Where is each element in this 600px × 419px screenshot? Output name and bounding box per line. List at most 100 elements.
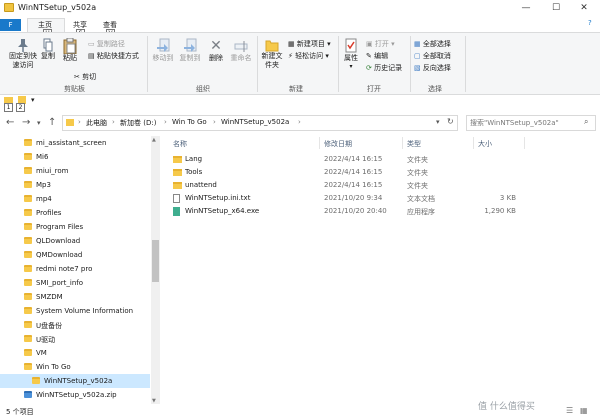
cut-label: 剪切 xyxy=(82,73,97,81)
tab-file[interactable]: F xyxy=(0,19,21,31)
file-row[interactable]: Tools 2022/4/14 16:15 文件夹 xyxy=(170,166,590,179)
nav-item[interactable]: QMDownload xyxy=(0,248,160,262)
help-icon[interactable]: ? xyxy=(588,19,592,27)
nav-item[interactable]: SMZDM xyxy=(0,290,160,304)
column-divider[interactable] xyxy=(402,137,403,149)
column-header-date[interactable]: 修改日期 xyxy=(324,139,352,149)
open-button[interactable]: ▣ 打开 ▾ xyxy=(366,39,395,49)
history-label: 历史记录 xyxy=(374,64,403,72)
scroll-down-icon[interactable]: ▼ xyxy=(152,398,156,404)
copy-button[interactable]: 复制 xyxy=(40,38,56,61)
file-type: 文本文档 xyxy=(407,195,435,203)
nav-item[interactable]: WinNTSetup_v502a.zip xyxy=(0,388,160,402)
new-folder-icon xyxy=(265,38,279,52)
cut-button[interactable]: ✂ 剪切 xyxy=(74,72,96,82)
nav-item[interactable]: U驱动 xyxy=(0,332,160,346)
invert-selection-button[interactable]: ▧ 反向选择 xyxy=(414,63,451,73)
up-arrow-icon[interactable]: ↑ xyxy=(48,117,56,128)
select-all-button[interactable]: ▦ 全部选择 xyxy=(414,39,451,49)
column-divider[interactable] xyxy=(319,137,320,149)
new-folder-button[interactable]: 新建文件夹 xyxy=(260,38,284,70)
column-header-size[interactable]: 大小 xyxy=(478,139,492,149)
file-name: Lang xyxy=(185,155,203,163)
breadcrumb-current-folder[interactable]: WinNTSetup_v502a xyxy=(221,118,289,126)
group-separator xyxy=(338,36,339,92)
nav-item[interactable]: Profiles xyxy=(0,206,160,220)
column-header-type[interactable]: 类型 xyxy=(407,139,421,149)
edit-button[interactable]: ✎ 编辑 xyxy=(366,51,388,61)
rename-button[interactable]: 重命名 xyxy=(229,38,253,63)
copy-to-button[interactable]: 复制到 xyxy=(179,38,201,63)
paste-button[interactable]: 粘贴 xyxy=(60,37,80,63)
address-dropdown-icon[interactable]: ▾ xyxy=(436,118,440,126)
nav-item[interactable]: WinNTSetup_v502a xyxy=(0,374,150,388)
nav-item[interactable]: miui_rom xyxy=(0,164,160,178)
maximize-button[interactable]: ☐ xyxy=(542,1,570,15)
select-none-label: 全部取消 xyxy=(422,52,451,60)
folder-icon xyxy=(24,237,32,244)
history-button[interactable]: ⟳ 历史记录 xyxy=(366,63,402,73)
recent-locations-icon[interactable]: ▾ xyxy=(37,119,41,127)
refresh-icon[interactable]: ↻ xyxy=(447,117,454,126)
new-item-button[interactable]: ▦ 新建项目 ▾ xyxy=(288,39,331,49)
search-icon[interactable]: ⌕ xyxy=(584,117,588,127)
nav-item-label: SMZDM xyxy=(36,293,63,301)
content-scrollbar[interactable] xyxy=(590,136,599,404)
column-header-name[interactable]: 名称 xyxy=(173,139,187,149)
forward-arrow-icon[interactable]: → xyxy=(22,117,30,128)
nav-item[interactable]: Mi6 xyxy=(0,150,160,164)
nav-item[interactable]: Program Files xyxy=(0,220,160,234)
nav-item[interactable]: mp4 xyxy=(0,192,160,206)
folder-icon xyxy=(173,182,182,189)
file-date: 2021/10/20 9:34 xyxy=(324,194,383,202)
column-divider[interactable] xyxy=(473,137,474,149)
select-none-icon: ▢ xyxy=(414,52,421,60)
delete-button[interactable]: ✕ 删除 xyxy=(207,38,225,63)
nav-item[interactable]: System Volume Information xyxy=(0,304,160,318)
scroll-up-icon[interactable]: ▲ xyxy=(152,137,156,143)
nav-item-label: VM xyxy=(36,349,47,357)
breadcrumb-this-pc[interactable]: 此电脑 xyxy=(86,118,107,128)
large-icons-view-icon[interactable]: ▦ xyxy=(580,406,588,415)
file-row[interactable]: unattend 2022/4/14 16:15 文件夹 xyxy=(170,179,590,192)
breadcrumb-win-to-go[interactable]: Win To Go xyxy=(172,118,207,126)
nav-item-label: Mi6 xyxy=(36,153,49,161)
nav-item[interactable]: SMI_port_info xyxy=(0,276,160,290)
organize-group-label: 组织 xyxy=(196,85,210,93)
back-arrow-icon[interactable]: ← xyxy=(6,117,14,128)
copy-path-button[interactable]: ▭ 复制路径 xyxy=(88,39,125,49)
file-row[interactable]: WinNTSetup_x64.exe 2021/10/20 20:40 应用程序 1,… xyxy=(170,205,590,218)
file-row[interactable]: Lang 2022/4/14 16:15 文件夹 xyxy=(170,153,590,166)
easy-access-button[interactable]: ⚡ 轻松访问 ▾ xyxy=(288,51,329,61)
file-row[interactable]: WinNTSetup.ini.txt 2021/10/20 9:34 文本文档 3 K… xyxy=(170,192,590,205)
nav-item[interactable]: VM xyxy=(0,346,160,360)
details-view-icon[interactable]: ☰ xyxy=(566,406,573,415)
nav-item[interactable]: mi_assistant_screen xyxy=(0,136,160,150)
select-none-button[interactable]: ▢ 全部取消 xyxy=(414,51,451,61)
nav-item[interactable]: Win To Go xyxy=(0,360,160,374)
nav-item[interactable]: QLDownload xyxy=(0,234,160,248)
edit-label: 编辑 xyxy=(374,52,389,60)
properties-button[interactable]: 属性 ▾ xyxy=(342,38,360,70)
breadcrumb-drive-d[interactable]: 新加卷 (D:) xyxy=(120,118,156,128)
nav-scrollbar-thumb[interactable] xyxy=(152,240,159,282)
search-input[interactable]: 搜索"WinNTSetup_v502a" xyxy=(470,118,559,128)
nav-item-label: QLDownload xyxy=(36,237,81,245)
customize-toolbar-icon[interactable]: ▾ xyxy=(31,96,35,104)
paste-shortcut-button[interactable]: ▤ 粘贴快捷方式 xyxy=(88,51,139,61)
nav-item[interactable]: Mp3 xyxy=(0,178,160,192)
nav-item[interactable]: U盘备份 xyxy=(0,318,160,332)
delete-icon: ✕ xyxy=(210,38,222,54)
paste-shortcut-icon: ▤ xyxy=(88,52,95,60)
close-button[interactable]: ✕ xyxy=(570,1,598,15)
nav-item[interactable]: redmi note7 pro xyxy=(0,262,160,276)
folder-icon xyxy=(24,363,32,370)
move-to-button[interactable]: 移动到 xyxy=(152,38,174,63)
minimize-button[interactable]: — xyxy=(512,1,540,15)
breadcrumb-separator-icon: › xyxy=(164,118,167,126)
new-folder-label: 新建文件夹 xyxy=(261,52,283,69)
nav-item-label: QMDownload xyxy=(36,251,83,259)
chevron-down-icon: ▾ xyxy=(391,40,395,48)
pin-button[interactable]: 固定到快速访问 xyxy=(6,38,40,70)
column-divider[interactable] xyxy=(524,137,525,149)
